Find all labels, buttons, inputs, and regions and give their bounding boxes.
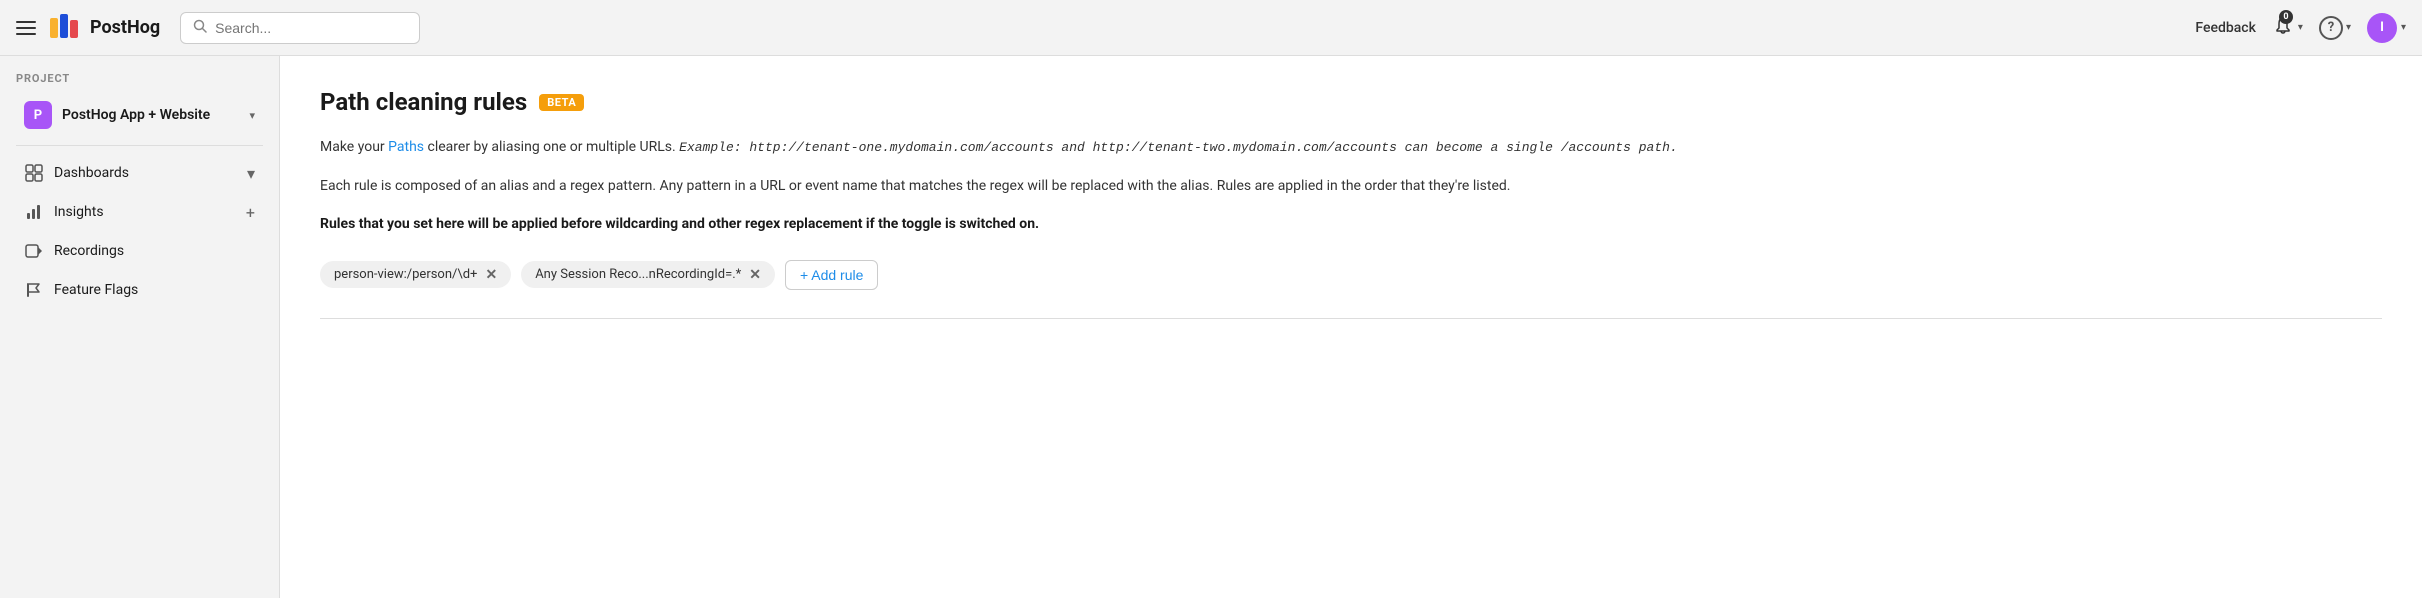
- sidebar-item-dashboards[interactable]: Dashboards ▾: [8, 154, 271, 192]
- dashboards-chevron-icon: ▾: [247, 164, 255, 183]
- rule-tag-2-close[interactable]: ✕: [749, 268, 761, 282]
- project-name: PostHog App + Website: [62, 107, 239, 123]
- page-title-row: Path cleaning rules BETA: [320, 88, 2382, 116]
- hamburger-icon[interactable]: [16, 21, 36, 35]
- posthog-logo-icon: [48, 10, 84, 46]
- rule-tag-2-text: Any Session Reco...nRecordingId=.*: [535, 267, 741, 282]
- add-rule-button[interactable]: + Add rule: [785, 260, 878, 290]
- sidebar-item-dashboards-label: Dashboards: [54, 165, 237, 181]
- insights-icon: [24, 202, 44, 222]
- sidebar-section-label: PROJECT: [0, 72, 279, 93]
- page-title: Path cleaning rules: [320, 88, 527, 116]
- main-layout: PROJECT P PostHog App + Website ▾ Dashbo…: [0, 56, 2422, 598]
- rule-tag-1: person-view:/person/\d+ ✕: [320, 261, 511, 288]
- content-area: Path cleaning rules BETA Make your Paths…: [280, 56, 2422, 598]
- rule-note: Rules that you set here will be applied …: [320, 213, 2382, 235]
- search-icon: [193, 19, 207, 37]
- description-line1: Make your Paths clearer by aliasing one …: [320, 136, 2382, 159]
- sidebar-item-insights-label: Insights: [54, 204, 236, 220]
- sidebar-item-feature-flags[interactable]: Feature Flags: [8, 271, 271, 309]
- logo-text: PostHog: [90, 17, 160, 38]
- sidebar-item-recordings[interactable]: Recordings: [8, 232, 271, 270]
- project-avatar: P: [24, 101, 52, 129]
- rules-row: person-view:/person/\d+ ✕ Any Session Re…: [320, 260, 2382, 290]
- paths-link[interactable]: Paths: [388, 139, 424, 155]
- rule-tag-2: Any Session Reco...nRecordingId=.* ✕: [521, 261, 775, 288]
- notification-count: 0: [2279, 10, 2293, 24]
- rule-tag-1-text: person-view:/person/\d+: [334, 267, 477, 282]
- user-menu[interactable]: I ▾: [2367, 13, 2406, 43]
- dashboards-icon: [24, 163, 44, 183]
- description-prefix: Make your: [320, 139, 388, 155]
- project-selector[interactable]: P PostHog App + Website ▾: [8, 93, 271, 137]
- insights-add-icon[interactable]: +: [246, 203, 255, 222]
- notifications-button[interactable]: 0 ▾: [2272, 14, 2303, 41]
- search-bar[interactable]: [180, 12, 420, 44]
- beta-badge: BETA: [539, 94, 584, 111]
- sidebar-item-recordings-label: Recordings: [54, 243, 255, 259]
- description-suffix: clearer by aliasing one or multiple URLs…: [424, 139, 676, 155]
- logo-area: PostHog: [48, 10, 160, 46]
- recordings-icon: [24, 241, 44, 261]
- description-block: Make your Paths clearer by aliasing one …: [320, 136, 2382, 159]
- description-line2: Each rule is composed of an alias and a …: [320, 175, 2382, 197]
- search-input[interactable]: [215, 20, 407, 36]
- avatar: I: [2367, 13, 2397, 43]
- top-nav: PostHog Feedback 0 ▾ ? ▾ I: [0, 0, 2422, 56]
- help-chevron-icon: ▾: [2346, 22, 2351, 33]
- sidebar-item-insights[interactable]: Insights +: [8, 193, 271, 231]
- feature-flags-icon: [24, 280, 44, 300]
- avatar-chevron-icon: ▾: [2401, 22, 2406, 33]
- help-icon: ?: [2319, 16, 2343, 40]
- bell-chevron-icon: ▾: [2298, 22, 2303, 33]
- description-example: Example: http://tenant-one.mydomain.com/…: [679, 140, 1678, 155]
- nav-right: Feedback 0 ▾ ? ▾ I ▾: [2195, 13, 2406, 43]
- project-chevron-icon: ▾: [249, 109, 255, 122]
- description-block2: Each rule is composed of an alias and a …: [320, 175, 2382, 197]
- sidebar: PROJECT P PostHog App + Website ▾ Dashbo…: [0, 56, 280, 598]
- bottom-divider: [320, 318, 2382, 319]
- rule-tag-1-close[interactable]: ✕: [485, 268, 497, 282]
- feedback-button[interactable]: Feedback: [2195, 20, 2255, 36]
- sidebar-item-feature-flags-label: Feature Flags: [54, 282, 255, 298]
- help-button[interactable]: ? ▾: [2319, 16, 2351, 40]
- sidebar-divider: [16, 145, 263, 146]
